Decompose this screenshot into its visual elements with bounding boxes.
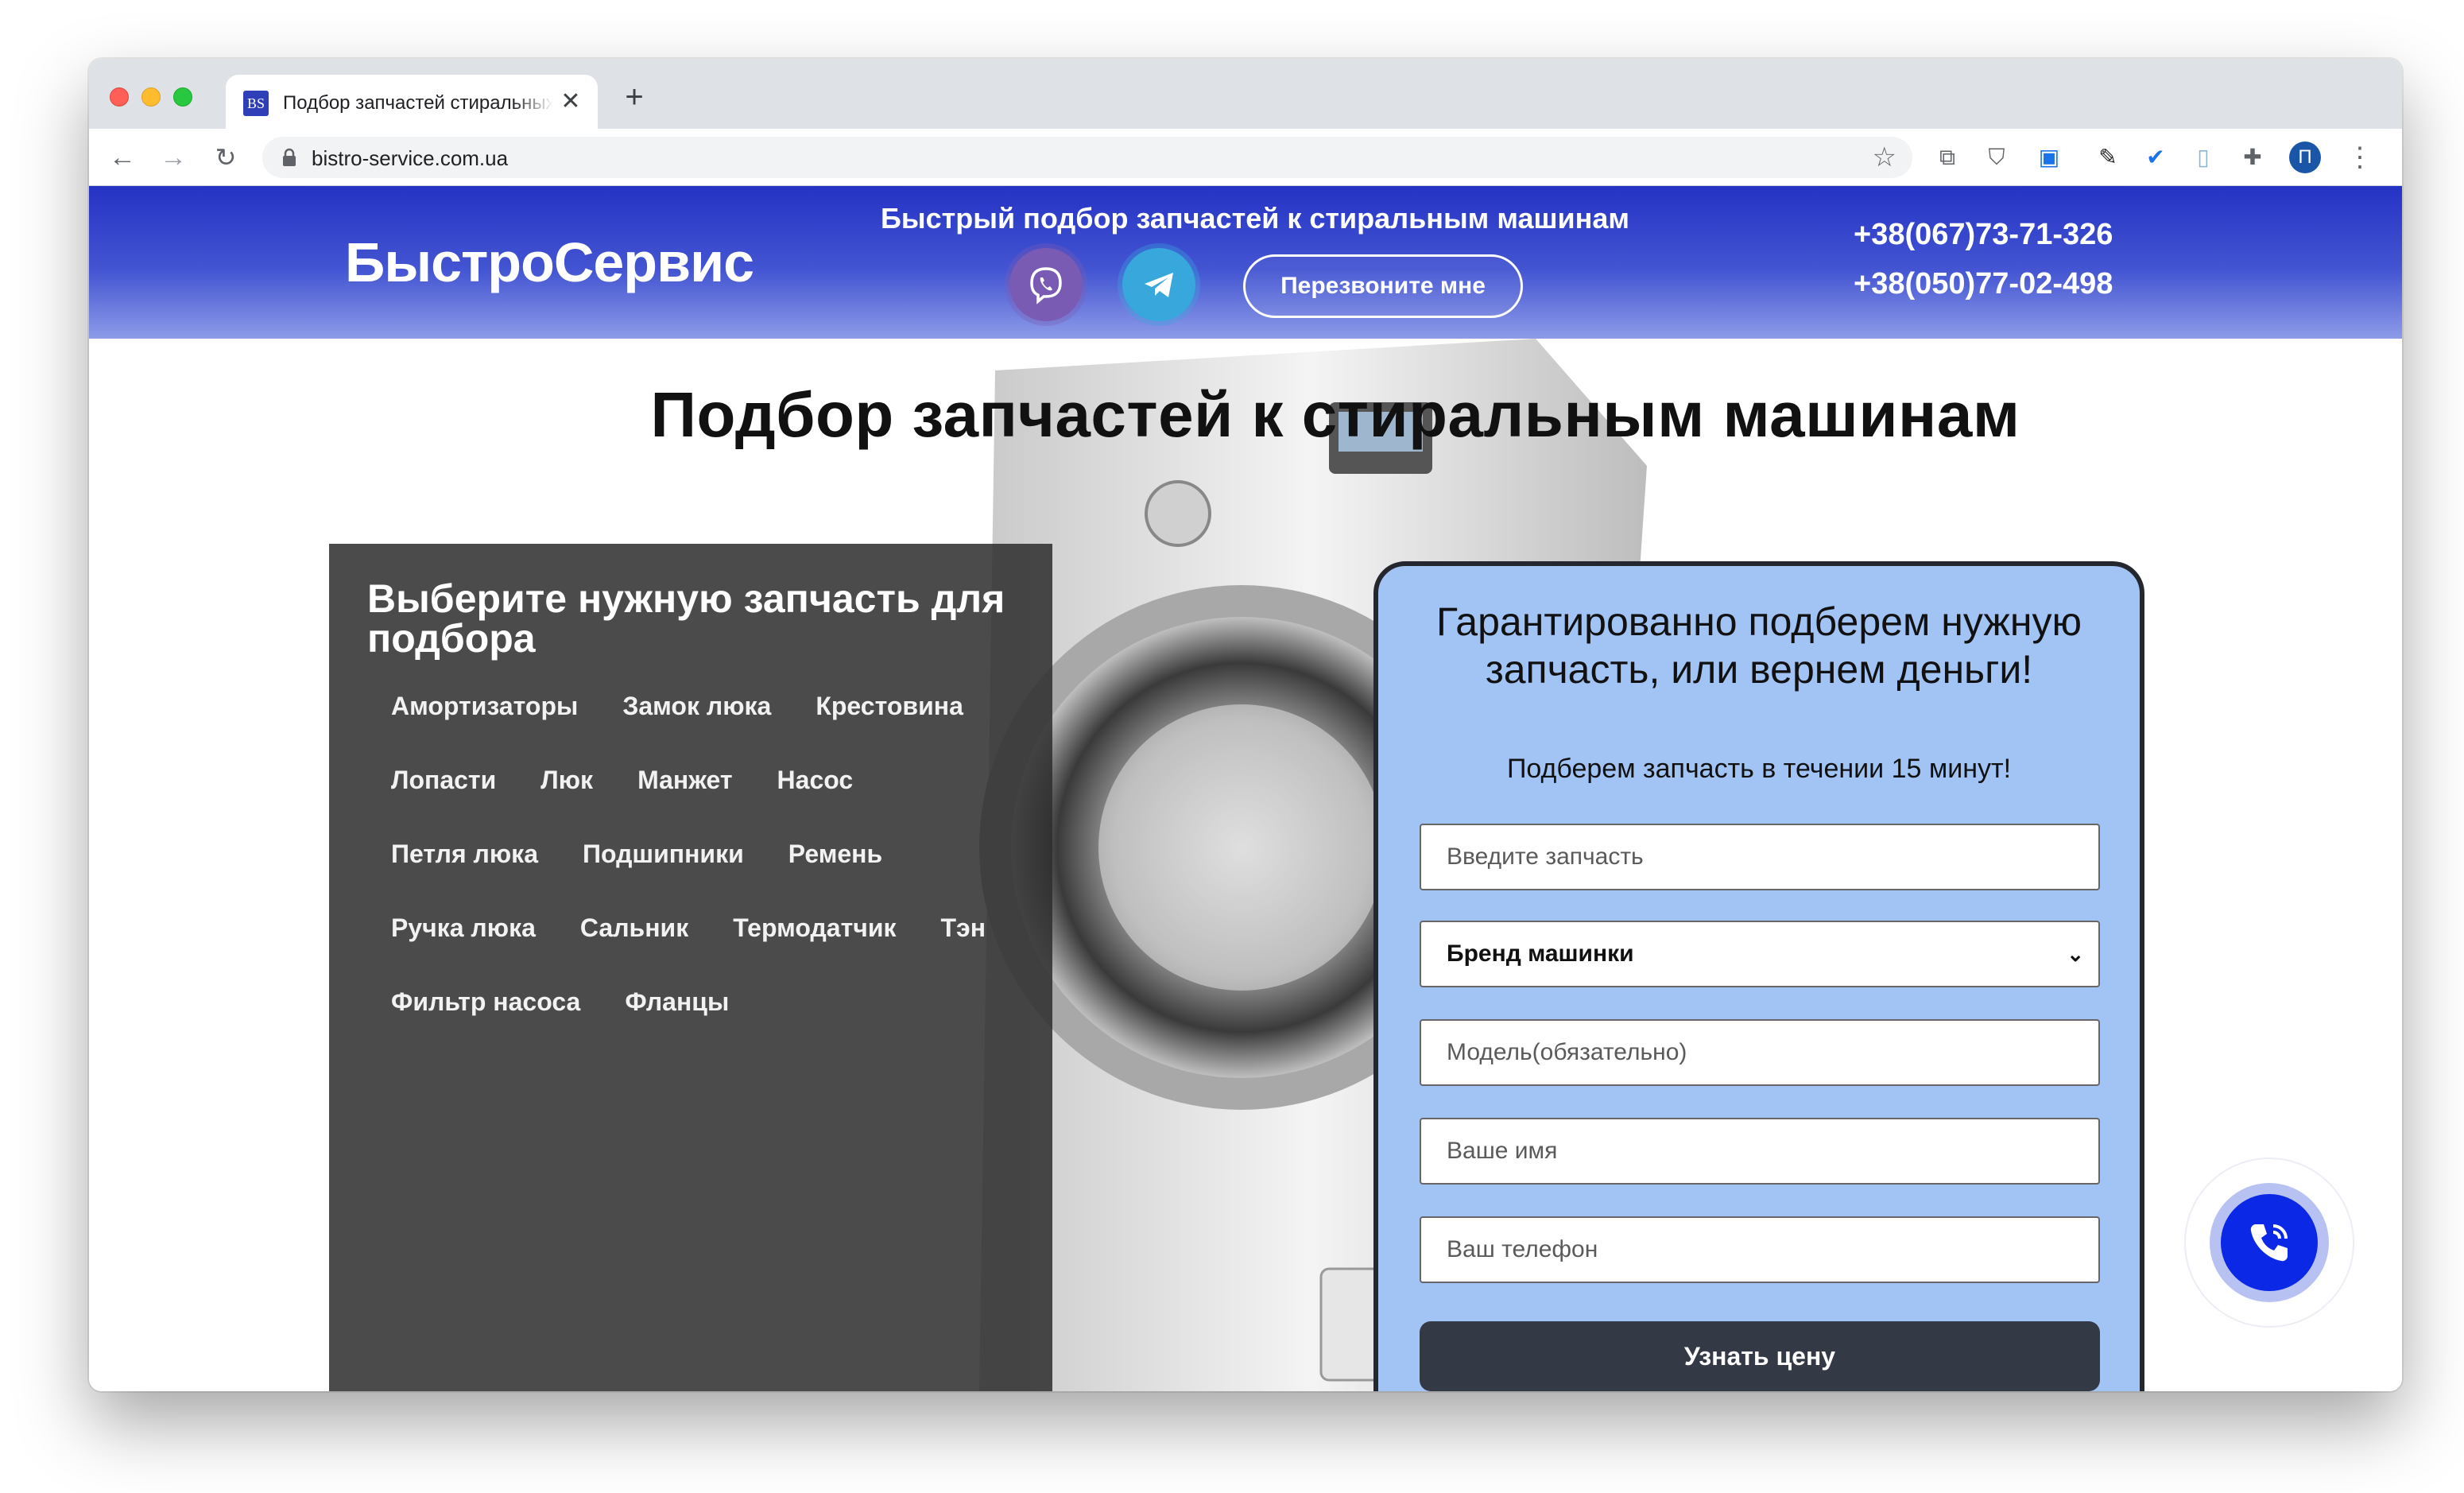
part-link[interactable]: Амортизаторы <box>391 692 578 721</box>
back-arrow-icon[interactable]: ← <box>105 140 140 175</box>
new-tab-button[interactable]: + <box>618 81 650 113</box>
phone-call-icon <box>2250 1224 2288 1262</box>
browser-toolbar: ← → ↻ bistro-service.com.ua ☆ ⧉ ⛉ ▣ ✎ ✔ … <box>89 129 2402 186</box>
part-link[interactable]: Крестовина <box>816 692 963 721</box>
page-title: Подбор запчастей к стиральным машинам <box>650 379 2020 450</box>
bookmark-star-icon[interactable]: ☆ <box>1873 142 1896 173</box>
call-widget[interactable] <box>2184 1158 2354 1328</box>
part-link[interactable]: Насос <box>777 766 854 795</box>
part-link[interactable]: Ремень <box>788 840 882 869</box>
part-link[interactable]: Петля люка <box>391 840 538 869</box>
phone-input[interactable]: Ваш телефон <box>1420 1216 2100 1283</box>
part-link[interactable]: Манжет <box>637 766 732 795</box>
call-button[interactable] <box>2221 1194 2318 1291</box>
reload-icon[interactable]: ↻ <box>208 140 243 175</box>
part-link[interactable]: Лопасти <box>391 766 496 795</box>
part-link[interactable]: Фланцы <box>625 987 729 1017</box>
site-favicon-icon: BS <box>243 91 269 116</box>
parts-row: Петля люка Подшипники Ремень <box>391 840 1043 913</box>
extensions-puzzle-icon[interactable]: ✚ <box>2237 142 2268 173</box>
lock-icon <box>283 148 296 166</box>
url-text: bistro-service.com.ua <box>312 146 509 170</box>
site-logo[interactable]: БыстроСервис <box>345 231 754 294</box>
parts-list: Амортизаторы Замок люка Крестовина Лопасти… <box>391 692 1043 1061</box>
address-bar[interactable]: bistro-service.com.ua ☆ <box>262 137 1912 178</box>
viber-icon[interactable] <box>1009 248 1083 321</box>
part-link[interactable]: Подшипники <box>583 840 744 869</box>
phone-number-1[interactable]: +38(067)73-71-326 <box>1854 218 2113 252</box>
browser-window: BS Подбор запчастей стиральных машин ✕ +… <box>89 59 2402 1391</box>
part-link[interactable]: Сальник <box>580 913 688 943</box>
parts-panel-heading: Выберите нужную запчасть для подбора <box>367 576 1005 661</box>
part-link[interactable]: Люк <box>540 766 593 795</box>
part-link[interactable]: Термодатчик <box>733 913 896 943</box>
maximize-window-button[interactable] <box>173 87 192 107</box>
chevron-down-icon: ⌄ <box>2067 942 2084 966</box>
brand-select[interactable]: Бренд машинки ⌄ <box>1420 921 2100 987</box>
parts-panel: Выберите нужную запчасть для подбора Амо… <box>329 544 1052 1391</box>
code-extension-icon[interactable]: ⧉ <box>1931 142 1963 173</box>
close-window-button[interactable] <box>110 87 129 107</box>
tab-close-icon[interactable]: ✕ <box>556 87 585 116</box>
parts-row: Фильтр насоса Фланцы <box>391 987 1043 1061</box>
part-link[interactable]: Ручка люка <box>391 913 536 943</box>
web-page: БыстроСервис Быстрый подбор запчастей к … <box>89 186 2402 1391</box>
get-price-button[interactable]: Узнать цену <box>1420 1321 2100 1391</box>
parts-row: Ручка люка Сальник Термодатчик Тэн <box>391 913 1043 987</box>
part-link[interactable]: Фильтр насоса <box>391 987 580 1017</box>
telegram-icon[interactable] <box>1122 248 1195 321</box>
tab-title: Подбор запчастей стиральных машин <box>283 92 553 114</box>
phone-number-2[interactable]: +38(050)77-02-498 <box>1854 267 2113 301</box>
forward-arrow-icon[interactable]: → <box>156 140 191 175</box>
header-tagline: Быстрый подбор запчастей к стиральным ма… <box>881 202 1630 235</box>
part-link[interactable]: Тэн <box>941 913 986 943</box>
brand-select-value: Бренд машинки <box>1447 940 1634 967</box>
check-extension-icon[interactable]: ✔ <box>2140 142 2171 173</box>
request-form: Гарантированно подберем нужную запчасть,… <box>1373 561 2144 1391</box>
note-extension-icon[interactable]: ▯ <box>2187 142 2219 173</box>
parts-row: Амортизаторы Замок люка Крестовина <box>391 692 1043 766</box>
shield-extension-icon[interactable]: ⛉ <box>1981 142 2013 173</box>
part-input[interactable]: Введите запчасть <box>1420 824 2100 890</box>
part-link[interactable]: Замок люка <box>622 692 771 721</box>
reader-extension-icon[interactable]: ▣ <box>2033 142 2065 173</box>
tab-active[interactable]: BS Подбор запчастей стиральных машин ✕ <box>226 75 598 129</box>
name-input[interactable]: Ваше имя <box>1420 1118 2100 1185</box>
profile-avatar[interactable]: П <box>2289 142 2321 173</box>
browser-menu-icon[interactable]: ⋮ <box>2346 140 2373 175</box>
form-title: Гарантированно подберем нужную запчасть,… <box>1436 599 2082 692</box>
minimize-window-button[interactable] <box>141 87 161 107</box>
tab-strip: BS Подбор запчастей стиральных машин ✕ + <box>89 59 2402 129</box>
callback-button[interactable]: Перезвоните мне <box>1243 254 1523 318</box>
model-input[interactable]: Модель(обязательно) <box>1420 1019 2100 1086</box>
eyedropper-extension-icon[interactable]: ✎ <box>2092 142 2124 173</box>
parts-row: Лопасти Люк Манжет Насос <box>391 766 1043 840</box>
form-subtitle: Подберем запчасть в течении 15 минут! <box>1506 754 2012 784</box>
site-header: БыстроСервис Быстрый подбор запчастей к … <box>89 186 2402 339</box>
